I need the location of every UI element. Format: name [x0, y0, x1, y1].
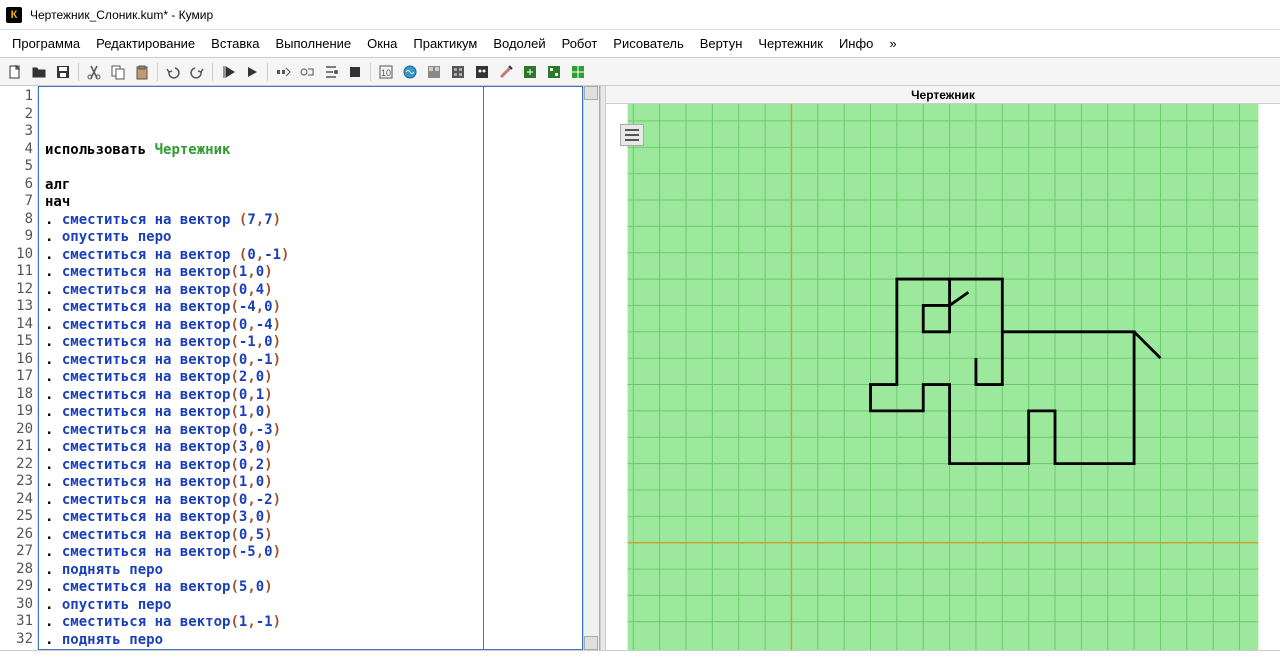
line-gutter: 1234567891011121314151617181920212223242…	[0, 86, 38, 650]
separator	[212, 63, 213, 81]
separator	[78, 63, 79, 81]
code-line[interactable]: . сместиться на вектор(0,4)	[45, 282, 576, 300]
code-line[interactable]: . сместиться на вектор(0,5)	[45, 527, 576, 545]
new-file-icon[interactable]	[4, 61, 26, 83]
canvas-title: Чертежник	[606, 86, 1280, 104]
menu-item-2[interactable]: Вставка	[203, 32, 267, 55]
code-line[interactable]: . сместиться на вектор(5,0)	[45, 579, 576, 597]
menu-item-8[interactable]: Рисователь	[605, 32, 691, 55]
copy-icon[interactable]	[107, 61, 129, 83]
canvas-pane: Чертежник	[606, 86, 1280, 650]
scroll-up-icon[interactable]	[584, 86, 598, 100]
menu-item-7[interactable]: Робот	[554, 32, 606, 55]
menu-item-1[interactable]: Редактирование	[88, 32, 203, 55]
step-over-icon[interactable]	[296, 61, 318, 83]
separator	[267, 63, 268, 81]
bottom-pane	[0, 650, 1280, 668]
run-icon[interactable]	[217, 61, 239, 83]
code-line[interactable]: . сместиться на вектор(3,0)	[45, 439, 576, 457]
tool2-icon[interactable]	[399, 61, 421, 83]
code-line[interactable]: . сместиться на вектор(3,0)	[45, 509, 576, 527]
menu-item-4[interactable]: Окна	[359, 32, 405, 55]
code-line[interactable]: . сместиться на вектор(1,-1)	[45, 614, 576, 632]
separator	[157, 63, 158, 81]
code-line[interactable]: . сместиться на вектор(-4,0)	[45, 299, 576, 317]
tool4-icon[interactable]	[447, 61, 469, 83]
code-line[interactable]: . сместиться на вектор(0,1)	[45, 387, 576, 405]
menu-item-10[interactable]: Чертежник	[750, 32, 831, 55]
menu-item-9[interactable]: Вертун	[692, 32, 751, 55]
code-line[interactable]: . поднять перо	[45, 562, 576, 580]
app-icon: К	[6, 7, 22, 23]
menu-item-6[interactable]: Водолей	[485, 32, 553, 55]
tool6-icon[interactable]	[495, 61, 517, 83]
code-line[interactable]: . сместиться на вектор(0,2)	[45, 457, 576, 475]
menu-item-0[interactable]: Программа	[4, 32, 88, 55]
code-line[interactable]: . сместиться на вектор(-8,2)	[45, 649, 576, 650]
code-line[interactable]: . сместиться на вектор(2,0)	[45, 369, 576, 387]
play-icon[interactable]	[241, 61, 263, 83]
code-line[interactable]	[45, 159, 576, 177]
canvas-svg	[606, 104, 1280, 650]
save-file-icon[interactable]	[52, 61, 74, 83]
stop-icon[interactable]	[344, 61, 366, 83]
redo-icon[interactable]	[186, 61, 208, 83]
code-line[interactable]: . опустить перо	[45, 597, 576, 615]
margin-line	[483, 87, 484, 649]
undo-icon[interactable]	[162, 61, 184, 83]
menu-item-5[interactable]: Практикум	[405, 32, 485, 55]
step-into-icon[interactable]	[320, 61, 342, 83]
step-icon[interactable]	[272, 61, 294, 83]
code-line[interactable]: . сместиться на вектор (7,7)	[45, 212, 576, 230]
menubar: ПрограммаРедактированиеВставкаВыполнение…	[0, 30, 1280, 58]
code-line[interactable]: . сместиться на вектор(0,-3)	[45, 422, 576, 440]
open-file-icon[interactable]	[28, 61, 50, 83]
canvas-menu-icon[interactable]	[620, 124, 644, 146]
toolbar: 10	[0, 58, 1280, 86]
code-editor[interactable]: использовать Чертежникалгнач. сместиться…	[38, 86, 583, 650]
window-title: Чертежник_Слоник.kum* - Кумир	[30, 8, 213, 22]
code-line[interactable]: . сместиться на вектор(-5,0)	[45, 544, 576, 562]
menu-item-12[interactable]: »	[881, 32, 904, 55]
code-line[interactable]: . поднять перо	[45, 632, 576, 650]
code-line[interactable]: . сместиться на вектор(0,-4)	[45, 317, 576, 335]
code-line[interactable]: . сместиться на вектор(1,0)	[45, 404, 576, 422]
tool7-icon[interactable]	[519, 61, 541, 83]
code-line[interactable]: . сместиться на вектор (0,-1)	[45, 247, 576, 265]
tool8-icon[interactable]	[543, 61, 565, 83]
tool3-icon[interactable]	[423, 61, 445, 83]
titlebar: К Чертежник_Слоник.kum* - Кумир	[0, 0, 1280, 30]
tool1-icon[interactable]: 10	[375, 61, 397, 83]
code-line[interactable]: алг	[45, 177, 576, 195]
code-line[interactable]: . сместиться на вектор(0,-1)	[45, 352, 576, 370]
tool9-icon[interactable]	[567, 61, 589, 83]
scroll-down-icon[interactable]	[584, 636, 598, 650]
scrollbar[interactable]	[583, 86, 599, 650]
paste-icon[interactable]	[131, 61, 153, 83]
drawing-canvas[interactable]	[606, 104, 1280, 650]
separator	[370, 63, 371, 81]
cut-icon[interactable]	[83, 61, 105, 83]
tool5-icon[interactable]	[471, 61, 493, 83]
code-line[interactable]: . сместиться на вектор(1,0)	[45, 264, 576, 282]
code-line[interactable]: использовать Чертежник	[45, 142, 576, 160]
main-area: 1234567891011121314151617181920212223242…	[0, 86, 1280, 650]
editor-pane: 1234567891011121314151617181920212223242…	[0, 86, 600, 650]
code-line[interactable]: . сместиться на вектор(-1,0)	[45, 334, 576, 352]
code-line[interactable]: . сместиться на вектор(0,-2)	[45, 492, 576, 510]
svg-text:10: 10	[381, 68, 391, 78]
code-line[interactable]: . опустить перо	[45, 229, 576, 247]
menu-item-3[interactable]: Выполнение	[267, 32, 359, 55]
code-line[interactable]: нач	[45, 194, 576, 212]
menu-item-11[interactable]: Инфо	[831, 32, 881, 55]
code-line[interactable]: . сместиться на вектор(1,0)	[45, 474, 576, 492]
